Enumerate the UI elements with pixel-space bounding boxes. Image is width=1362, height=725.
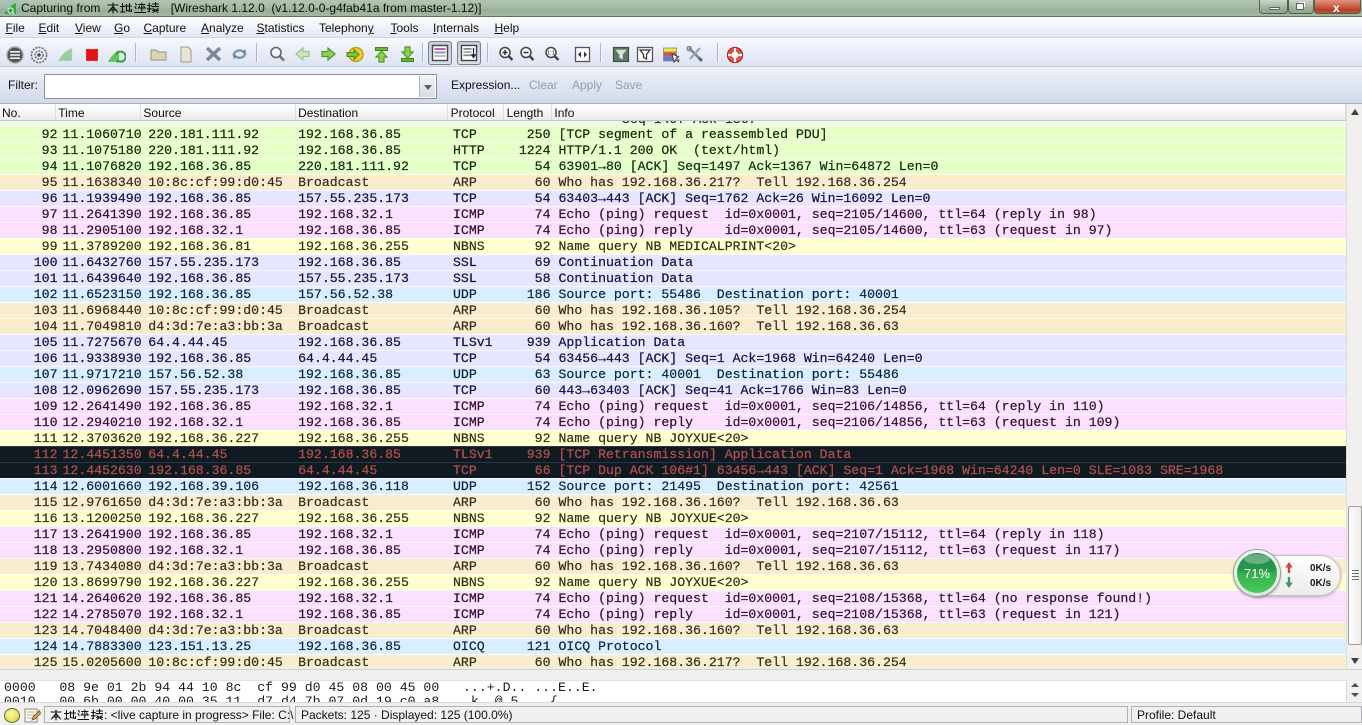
svg-text:1:1: 1:1 (547, 51, 555, 57)
